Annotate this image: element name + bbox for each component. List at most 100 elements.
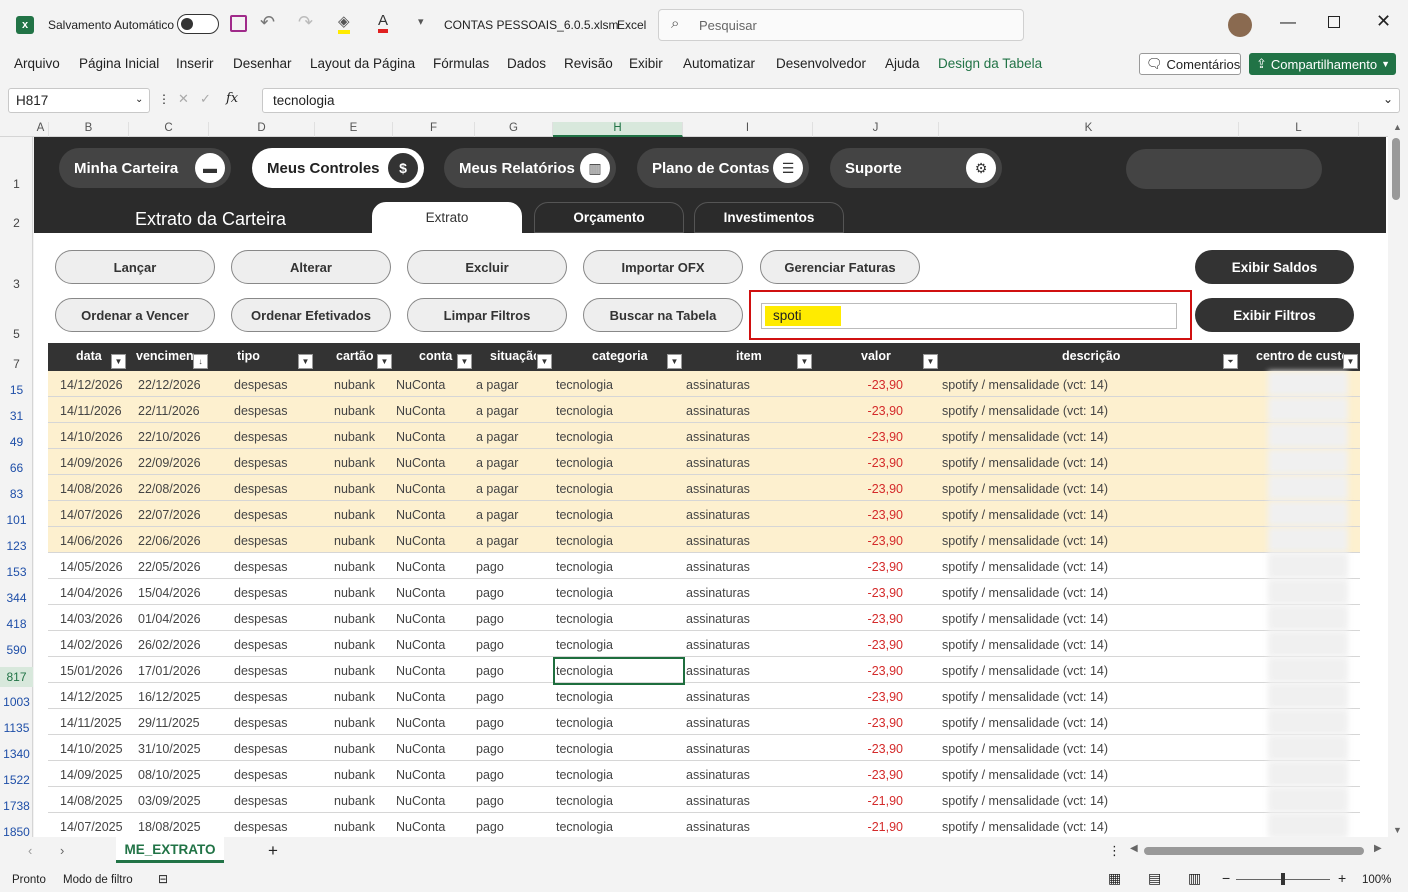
cell-conta[interactable]: NuConta	[396, 534, 445, 548]
cell-valor[interactable]: -23,90	[843, 716, 903, 730]
cell-data[interactable]: 14/11/2026	[60, 404, 122, 418]
cell-valor[interactable]: -23,90	[843, 612, 903, 626]
cell-tipo[interactable]: despesas	[234, 768, 288, 782]
cell-vencimento[interactable]: 22/10/2026	[138, 430, 201, 444]
scroll-up-icon[interactable]: ▲	[1393, 122, 1402, 132]
sort-filter-icon[interactable]: ↓	[193, 354, 208, 369]
cell-centro-de-custo-blurred[interactable]	[1268, 553, 1348, 578]
name-box[interactable]: H817 ⌄	[8, 88, 150, 113]
cell-cartao[interactable]: nubank	[334, 612, 375, 626]
row-header-selected[interactable]: 817	[0, 667, 33, 687]
cell-vencimento[interactable]: 22/07/2026	[138, 508, 201, 522]
cell-centro-de-custo-blurred[interactable]	[1268, 371, 1348, 396]
cell-vencimento[interactable]: 22/06/2026	[138, 534, 201, 548]
cell-conta[interactable]: NuConta	[396, 716, 445, 730]
zoom-slider[interactable]	[1236, 873, 1330, 885]
row-header[interactable]: 3	[0, 277, 33, 291]
function-icon[interactable]: fx	[226, 91, 238, 106]
cell-valor[interactable]: -23,90	[843, 456, 903, 470]
cell-situacao[interactable]: pago	[476, 586, 504, 600]
cell-centro-de-custo-blurred[interactable]	[1268, 579, 1348, 604]
col-header-selected[interactable]: H	[553, 122, 683, 137]
cell-situacao[interactable]: a pagar	[476, 508, 518, 522]
table-row[interactable]: 14/09/2025 08/10/2025 despesas nubank NuCont…	[48, 761, 1360, 787]
scroll-down-icon[interactable]: ▼	[1393, 825, 1402, 835]
cell-item[interactable]: assinaturas	[686, 638, 750, 652]
comments-button[interactable]: 🗨 Comentários	[1139, 53, 1241, 75]
menu-pagina-inicial[interactable]: Página Inicial	[79, 56, 159, 71]
menu-formulas[interactable]: Fórmulas	[433, 56, 489, 71]
cell-conta[interactable]: NuConta	[396, 508, 445, 522]
tab-orcamento[interactable]: Orçamento	[534, 202, 684, 233]
cell-data[interactable]: 14/09/2025	[60, 768, 123, 782]
cell-valor[interactable]: -23,90	[843, 664, 903, 678]
cell-situacao[interactable]: a pagar	[476, 430, 518, 444]
cell-descricao[interactable]: spotify / mensalidade (vct: 14)	[942, 716, 1108, 730]
cell-item[interactable]: assinaturas	[686, 560, 750, 574]
importar-ofx-button[interactable]: Importar OFX	[583, 250, 743, 284]
cell-categoria[interactable]: tecnologia	[556, 820, 613, 834]
row-header[interactable]: 83	[0, 487, 33, 501]
cell-descricao[interactable]: spotify / mensalidade (vct: 14)	[942, 664, 1108, 678]
row-header[interactable]: 101	[0, 513, 33, 527]
cell-data[interactable]: 14/07/2025	[60, 820, 123, 834]
nav-meus-controles[interactable]: Meus Controles $	[252, 148, 424, 188]
cell-cartao[interactable]: nubank	[334, 430, 375, 444]
cell-item[interactable]: assinaturas	[686, 508, 750, 522]
cell-categoria[interactable]: tecnologia	[556, 482, 613, 496]
table-row[interactable]: 14/10/2025 31/10/2025 despesas nubank NuCont…	[48, 735, 1360, 761]
table-row[interactable]: 14/09/2026 22/09/2026 despesas nubank NuCont…	[48, 449, 1360, 475]
cell-descricao[interactable]: spotify / mensalidade (vct: 14)	[942, 482, 1108, 496]
cell-data[interactable]: 14/06/2026	[60, 534, 123, 548]
next-sheet-icon[interactable]: ›	[60, 843, 64, 858]
col-header[interactable]: J	[813, 122, 939, 137]
cell-cartao[interactable]: nubank	[334, 456, 375, 470]
zoom-level[interactable]: 100%	[1362, 874, 1391, 886]
cell-item[interactable]: assinaturas	[686, 820, 750, 834]
table-row[interactable]: 14/07/2025 18/08/2025 despesas nubank NuCont…	[48, 813, 1360, 837]
cell-descricao[interactable]: spotify / mensalidade (vct: 14)	[942, 456, 1108, 470]
cell-conta[interactable]: NuConta	[396, 664, 445, 678]
cell-cartao[interactable]: nubank	[334, 794, 375, 808]
cell-categoria[interactable]: tecnologia	[556, 430, 613, 444]
row-header[interactable]: 15	[0, 383, 33, 397]
undo-icon[interactable]: ↶	[260, 12, 275, 33]
cell-valor[interactable]: -23,90	[843, 534, 903, 548]
cell-tipo[interactable]: despesas	[234, 560, 288, 574]
row-header[interactable]: 1135	[0, 721, 33, 735]
cell-data[interactable]: 14/08/2026	[60, 482, 123, 496]
cell-tipo[interactable]: despesas	[234, 378, 288, 392]
cell-data[interactable]: 14/08/2025	[60, 794, 123, 808]
save-icon[interactable]	[230, 15, 247, 32]
cell-cartao[interactable]: nubank	[334, 378, 375, 392]
cell-cartao[interactable]: nubank	[334, 586, 375, 600]
menu-revisao[interactable]: Revisão	[564, 56, 613, 71]
table-row[interactable]: 14/12/2026 22/12/2026 despesas nubank NuCont…	[48, 371, 1360, 397]
zoom-in-icon[interactable]: +	[1338, 870, 1346, 886]
limpar-filtros-button[interactable]: Limpar Filtros	[407, 298, 567, 332]
cell-conta[interactable]: NuConta	[396, 560, 445, 574]
cell-tipo[interactable]: despesas	[234, 430, 288, 444]
cell-descricao[interactable]: spotify / mensalidade (vct: 14)	[942, 768, 1108, 782]
cell-vencimento[interactable]: 22/12/2026	[138, 378, 201, 392]
cell-situacao[interactable]: a pagar	[476, 404, 518, 418]
cell-valor[interactable]: -23,90	[843, 742, 903, 756]
exibir-filtros-button[interactable]: Exibir Filtros	[1195, 298, 1354, 332]
table-row[interactable]: 14/11/2026 22/11/2026 despesas nubank NuCont…	[48, 397, 1360, 423]
cell-cartao[interactable]: nubank	[334, 560, 375, 574]
cell-valor[interactable]: -23,90	[843, 586, 903, 600]
cell-cartao[interactable]: nubank	[334, 742, 375, 756]
cell-descricao[interactable]: spotify / mensalidade (vct: 14)	[942, 404, 1108, 418]
cell-data[interactable]: 14/12/2026	[60, 378, 123, 392]
cell-situacao[interactable]: pago	[476, 690, 504, 704]
nav-suporte[interactable]: Suporte ⚙	[830, 148, 1002, 188]
cell-item[interactable]: assinaturas	[686, 664, 750, 678]
cell-categoria[interactable]: tecnologia	[556, 378, 613, 392]
prev-sheet-icon[interactable]: ‹	[28, 843, 32, 858]
cell-situacao[interactable]: pago	[476, 794, 504, 808]
cell-conta[interactable]: NuConta	[396, 456, 445, 470]
filter-dropdown-icon[interactable]: ▼	[1343, 354, 1358, 369]
col-header[interactable]: C	[129, 122, 209, 137]
ordenar-efetivados-button[interactable]: Ordenar Efetivados	[231, 298, 391, 332]
cell-vencimento[interactable]: 31/10/2025	[138, 742, 201, 756]
